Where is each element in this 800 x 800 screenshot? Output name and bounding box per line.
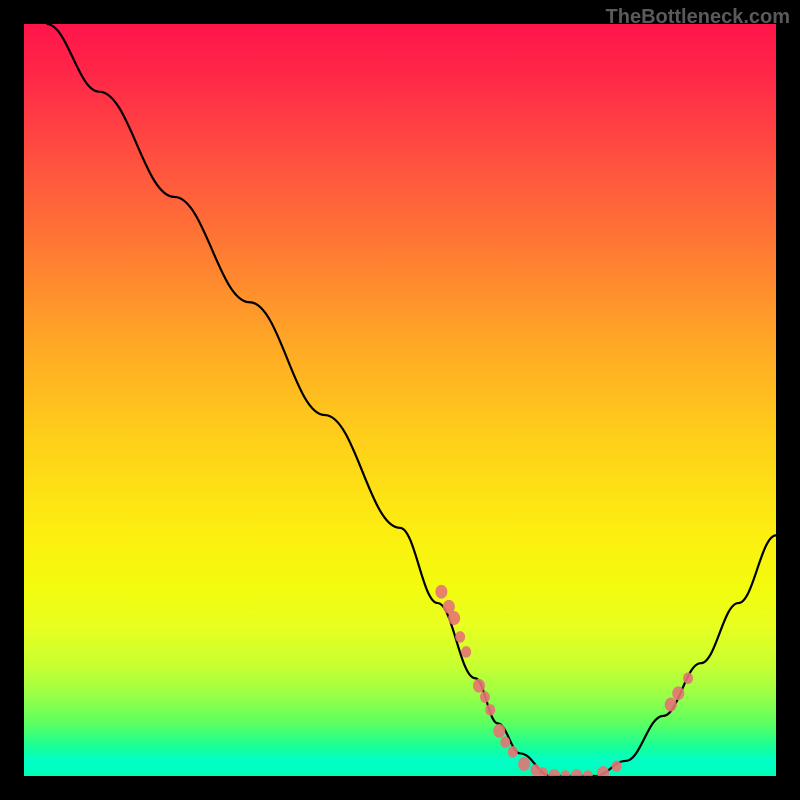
data-markers-group (435, 585, 693, 776)
data-marker (435, 585, 447, 599)
data-marker (500, 736, 510, 748)
data-marker (473, 679, 485, 693)
data-marker (597, 766, 609, 776)
data-marker (461, 646, 471, 658)
data-marker (560, 770, 570, 776)
data-marker (583, 770, 593, 776)
data-marker (508, 746, 518, 758)
data-marker (548, 769, 560, 776)
data-marker (571, 769, 583, 776)
data-marker (518, 757, 530, 771)
data-marker (683, 672, 693, 684)
data-marker (612, 760, 622, 772)
bottleneck-curve-line (47, 24, 776, 776)
data-marker (455, 631, 465, 643)
data-marker (448, 611, 460, 625)
data-marker (672, 686, 684, 700)
watermark-text: TheBottleneck.com (606, 6, 790, 29)
data-marker (485, 704, 495, 716)
chart-area (24, 24, 776, 776)
data-marker (665, 698, 677, 712)
data-marker (480, 691, 490, 703)
data-marker (493, 724, 505, 738)
chart-svg (24, 24, 776, 776)
